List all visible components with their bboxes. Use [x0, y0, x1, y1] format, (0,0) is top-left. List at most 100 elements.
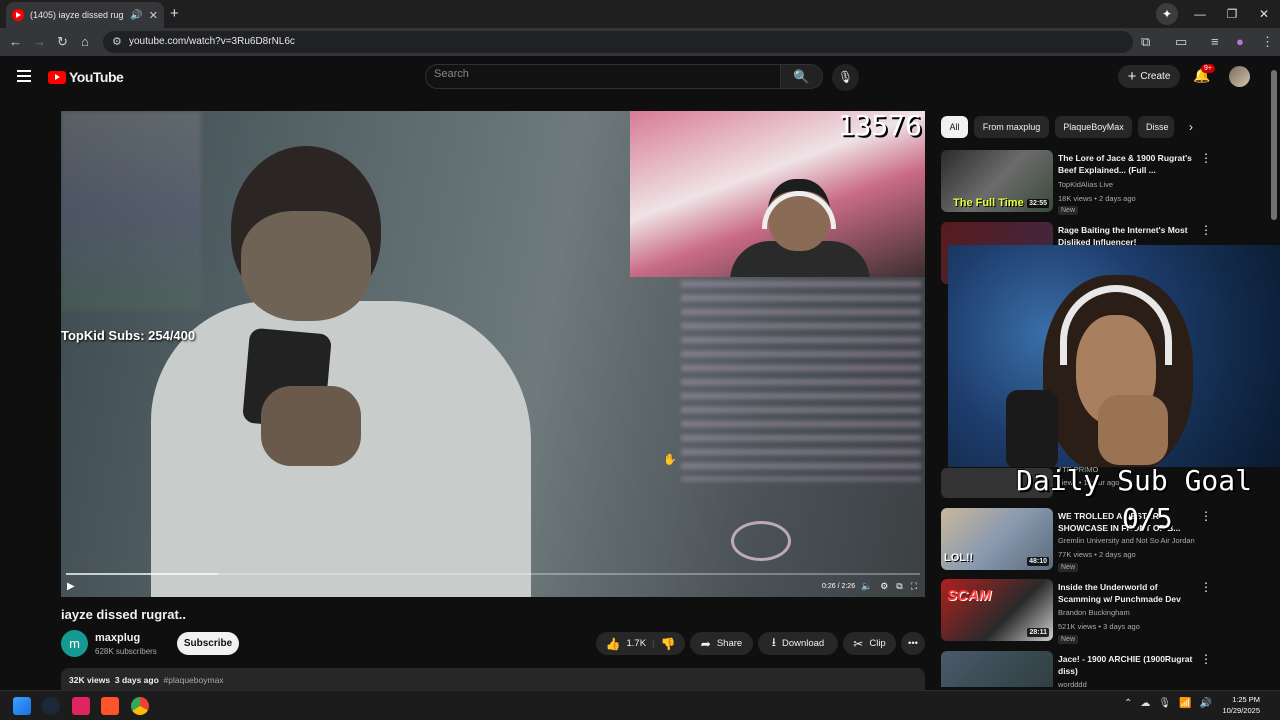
related-video-title[interactable]: Jace! - 1900 ARCHIE (1900Rugrat diss): [1058, 653, 1198, 677]
related-video-title[interactable]: The Lore of Jace & 1900 Rugrat's Beef Ex…: [1058, 152, 1198, 176]
chevron-up-icon[interactable]: ⌃: [1124, 698, 1132, 709]
youtube-favicon-icon: [12, 9, 24, 21]
subscribe-button[interactable]: Subscribe: [177, 632, 239, 655]
close-window-icon[interactable]: ✕: [1248, 7, 1280, 21]
related-video-6[interactable]: Jace! - 1900 ARCHIE (1900Rugrat diss) wo…: [941, 651, 1261, 687]
site-info-icon[interactable]: ⚙: [112, 35, 122, 48]
browser-tab-bar: (1405) iayze dissed rugrat.. 🔊 ✕ + ✦ — ❐…: [0, 0, 1280, 28]
new-badge: New: [1058, 206, 1079, 215]
url-text: youtube.com/watch?v=3Ru6D8rNL6c: [129, 36, 295, 47]
video-progress-fill: [66, 573, 218, 575]
hashtag-link[interactable]: #plaqueboymax: [164, 675, 224, 685]
more-vertical-icon[interactable]: ⋮: [1200, 151, 1212, 165]
channel-name[interactable]: maxplug: [95, 632, 140, 644]
media-icon[interactable]: ≡: [1211, 34, 1219, 49]
more-actions-button[interactable]: •••: [901, 632, 925, 655]
video-subs-overlay-text: TopKid Subs: 254/400: [61, 328, 196, 343]
new-tab-button[interactable]: +: [170, 5, 179, 22]
related-video-channel[interactable]: TopKidAlias Live: [1058, 180, 1113, 189]
video-thumbnail[interactable]: LOL!! 48:10: [941, 508, 1053, 570]
windows-start-icon[interactable]: [13, 697, 31, 715]
miniplayer-icon[interactable]: ⧉: [896, 581, 902, 592]
dislike-thumb-down-icon[interactable]: 👎: [661, 637, 676, 651]
back-icon[interactable]: ←: [9, 34, 22, 49]
blurred-chat-overlay-right: [681, 281, 921, 481]
close-tab-icon[interactable]: ✕: [149, 9, 158, 22]
related-video-1[interactable]: The Full Time 32:55 The Lore of Jace & 1…: [941, 150, 1261, 216]
extensions-icon[interactable]: ⧉: [1141, 34, 1150, 50]
related-video-5[interactable]: SCAM 28:11 Inside the Underworld of Scam…: [941, 579, 1261, 645]
related-video-channel[interactable]: wordddd: [1058, 680, 1087, 687]
chrome-icon[interactable]: [131, 697, 149, 715]
search-button[interactable]: 🔍: [781, 64, 823, 89]
chip-plaqueboymax[interactable]: PlaqueBoyMax: [1055, 116, 1132, 138]
video-thumbnail[interactable]: SCAM 28:11: [941, 579, 1053, 641]
brave-browser-icon[interactable]: [101, 697, 119, 715]
share-arrow-icon: ➦: [700, 636, 711, 651]
related-video-channel[interactable]: Brandon Buckingham: [1058, 608, 1130, 617]
page-scrollbar[interactable]: [1271, 70, 1277, 220]
player-controls: 🔈 ⚙ ⧉ ⛶: [861, 581, 917, 592]
tab-title: (1405) iayze dissed rugrat..: [30, 10, 124, 20]
related-video-channel[interactable]: Gremlin University and Not So Air Jordan: [1058, 536, 1208, 545]
cloud-icon[interactable]: ☁: [1140, 698, 1150, 709]
like-dislike-group: 👍 1.7K | 👎: [596, 632, 685, 655]
video-title: iayze dissed rugrat..: [61, 607, 186, 622]
chip-from-maxplug[interactable]: From maxplug: [974, 116, 1049, 138]
video-thumbnail[interactable]: [941, 651, 1053, 687]
share-button[interactable]: ➦ Share: [690, 632, 753, 655]
more-vertical-icon[interactable]: ⋮: [1200, 223, 1212, 237]
search-input[interactable]: [434, 68, 764, 80]
split-view-icon[interactable]: ▭: [1175, 34, 1187, 50]
chip-all[interactable]: All: [941, 116, 968, 138]
forward-icon[interactable]: →: [33, 34, 46, 49]
steam-icon[interactable]: [42, 697, 60, 715]
hamburger-menu-icon[interactable]: [17, 70, 31, 85]
reload-icon[interactable]: ↻: [57, 34, 68, 50]
voice-search-button[interactable]: 🎙: [832, 64, 859, 91]
microphone-tray-icon[interactable]: 🎙: [1158, 698, 1171, 709]
related-video-title[interactable]: Inside the Underworld of Scamming w/ Pun…: [1058, 581, 1198, 605]
video-progress-bar[interactable]: [66, 573, 920, 575]
settings-gear-icon[interactable]: ⚙: [880, 581, 888, 592]
menu-dots-icon[interactable]: ⋮: [1261, 34, 1274, 50]
app-icon[interactable]: [72, 697, 90, 715]
related-video-4[interactable]: LOL!! 48:10 WE TROLLED A DESTAR SHOWCASE…: [941, 508, 1261, 574]
upload-age: 3 days ago: [114, 675, 159, 685]
home-icon[interactable]: ⌂: [81, 34, 89, 49]
youtube-logo[interactable]: YouTube: [48, 69, 124, 85]
streamer-webcam-overlay: [948, 245, 1280, 467]
maximize-icon[interactable]: ❐: [1216, 7, 1248, 21]
more-horizontal-icon: •••: [908, 638, 918, 649]
like-thumb-up-icon[interactable]: 👍: [606, 637, 621, 651]
chevron-right-icon[interactable]: ›: [1189, 120, 1193, 134]
video-thumbnail[interactable]: The Full Time 32:55: [941, 150, 1053, 212]
more-vertical-icon[interactable]: ⋮: [1200, 580, 1212, 594]
browser-tab[interactable]: (1405) iayze dissed rugrat.. 🔊 ✕: [6, 2, 164, 28]
clip-button[interactable]: ✂ Clip: [843, 632, 896, 655]
create-button[interactable]: + Create: [1118, 65, 1180, 88]
taskbar-clock[interactable]: 1:25 PM 10/29/2025: [1200, 694, 1260, 716]
wifi-icon[interactable]: 📶: [1179, 698, 1191, 709]
minimize-icon[interactable]: —: [1184, 7, 1216, 21]
fullscreen-icon[interactable]: ⛶: [911, 581, 917, 592]
profile-icon[interactable]: ●: [1236, 34, 1244, 49]
new-badge: New: [1058, 635, 1079, 644]
more-vertical-icon[interactable]: ⋮: [1200, 652, 1212, 666]
play-icon[interactable]: ▶: [67, 581, 75, 592]
volume-icon[interactable]: 🔈: [861, 581, 872, 592]
like-count[interactable]: 1.7K: [626, 638, 646, 649]
address-bar[interactable]: ⚙ youtube.com/watch?v=3Ru6D8rNL6c: [103, 31, 1133, 53]
channel-avatar[interactable]: m: [61, 630, 88, 657]
microphone-icon: 🎙: [837, 70, 854, 84]
chip-dissed[interactable]: Disse: [1138, 116, 1174, 138]
notification-count-badge: 9+: [1201, 64, 1215, 73]
more-vertical-icon[interactable]: ⋮: [1200, 509, 1212, 523]
sparkle-icon[interactable]: ✦: [1156, 3, 1178, 25]
user-avatar[interactable]: [1229, 66, 1250, 87]
video-player[interactable]: TopKid Subs: 254/400 13576 ✋ ▶ 0:26 / 2:…: [61, 111, 925, 597]
thumbnail-text: The Full Time: [953, 197, 1024, 209]
speaker-icon[interactable]: 🔊: [130, 10, 142, 21]
download-button[interactable]: ⭳ Download: [758, 632, 838, 655]
download-icon: ⭳: [771, 635, 776, 649]
